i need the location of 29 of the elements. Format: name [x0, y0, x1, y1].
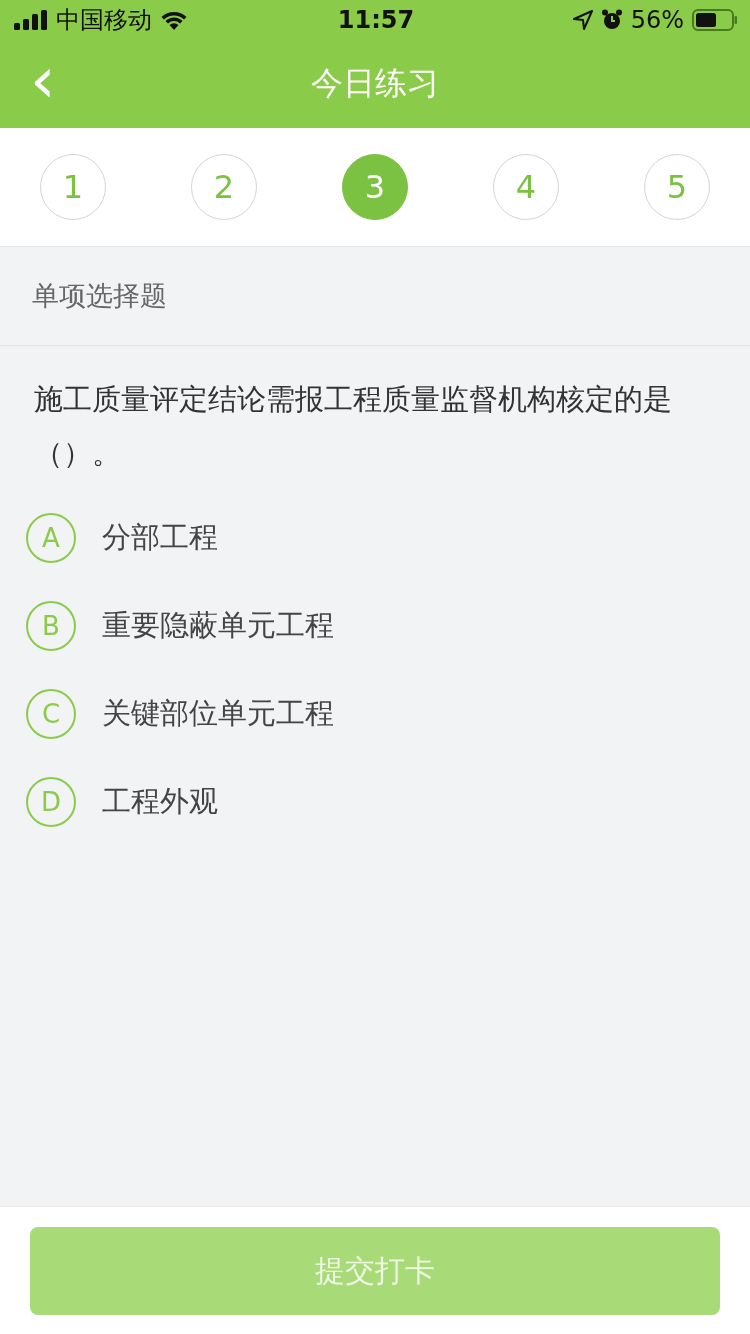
- wifi-icon: [160, 10, 188, 30]
- section-header: 单项选择题: [0, 247, 750, 346]
- battery-percent: 56%: [630, 6, 684, 34]
- option-text: 重要隐蔽单元工程: [102, 607, 334, 644]
- answer-option[interactable]: B 重要隐蔽单元工程: [26, 582, 724, 670]
- status-time: 11:57: [337, 6, 415, 34]
- answer-option[interactable]: A 分部工程: [26, 494, 724, 582]
- option-text: 关键部位单元工程: [102, 695, 334, 732]
- back-button[interactable]: ‹: [22, 52, 64, 108]
- signal-icon: [14, 10, 48, 30]
- option-letter-circle: B: [26, 601, 76, 651]
- carrier-name: 中国移动: [56, 5, 152, 36]
- question-number-button[interactable]: 1: [40, 154, 106, 220]
- option-letter-circle: A: [26, 513, 76, 563]
- question-number-button[interactable]: 2: [191, 154, 257, 220]
- option-letter-circle: D: [26, 777, 76, 827]
- option-text: 工程外观: [102, 783, 218, 820]
- question-number-button[interactable]: 4: [493, 154, 559, 220]
- question-number-button[interactable]: 5: [644, 154, 710, 220]
- page-title: 今日练习: [311, 63, 439, 104]
- location-arrow-icon: [572, 10, 593, 30]
- option-letter-circle: C: [26, 689, 76, 739]
- option-text: 分部工程: [102, 519, 218, 556]
- answer-option[interactable]: D 工程外观: [26, 758, 724, 846]
- battery-icon: [692, 9, 738, 31]
- question-text: 施工质量评定结论需报工程质量监督机构核定的是（）。: [34, 381, 673, 472]
- alarm-clock-icon: [600, 9, 623, 31]
- answer-option[interactable]: C 关键部位单元工程: [26, 670, 724, 758]
- question-number-button[interactable]: 3: [342, 154, 408, 220]
